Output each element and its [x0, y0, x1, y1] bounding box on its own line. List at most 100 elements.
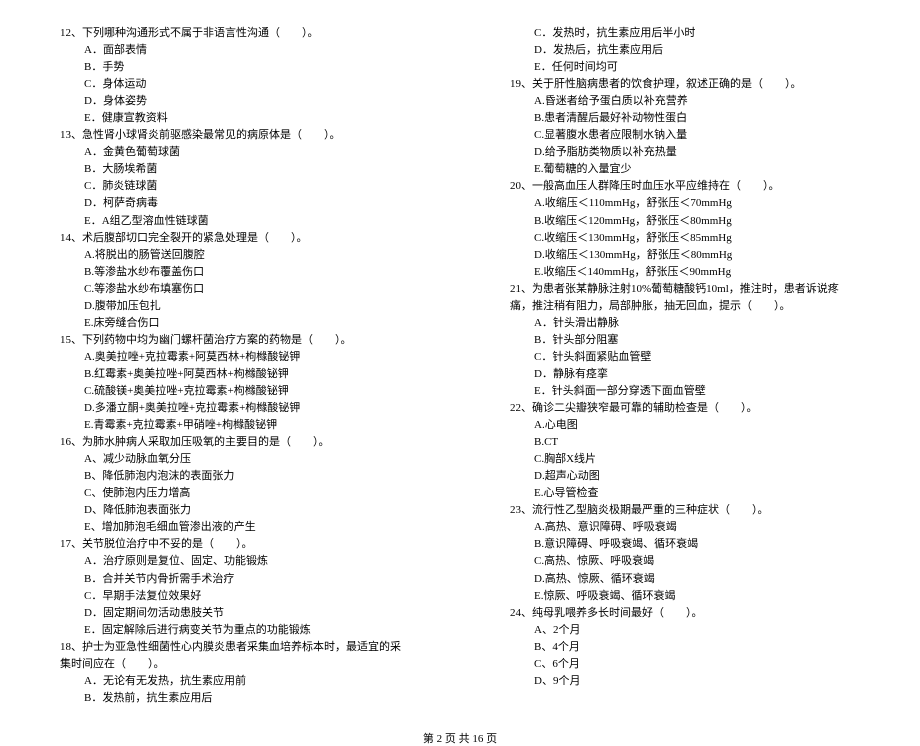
option: C.胸部X线片 — [534, 451, 860, 468]
option: B．合并关节内骨折需手术治疗 — [84, 571, 410, 588]
option: D．身体姿势 — [84, 93, 410, 110]
question-title: 24、纯母乳喂养多长时间最好（ ）。 — [510, 605, 860, 622]
option: D．发热后，抗生素应用后 — [534, 42, 860, 59]
option: D.给予脂肪类物质以补充热量 — [534, 144, 860, 161]
option: E.惊厥、呼吸衰竭、循环衰竭 — [534, 588, 860, 605]
option: B.CT — [534, 434, 860, 451]
question-14: 14、术后腹部切口完全裂开的紧急处理是（ ）。 A.将脱出的肠管送回腹腔 B.等… — [60, 230, 410, 332]
options-list: A．针头滑出静脉 B．针头部分阻塞 C．针头斜面紧贴血管壁 D．静脉有痉挛 E．… — [510, 315, 860, 400]
option: A.昏迷者给予蛋白质以补充营养 — [534, 93, 860, 110]
option: E．任何时间均可 — [534, 59, 860, 76]
option: D.收缩压＜130mmHg，舒张压＜80mmHg — [534, 247, 860, 264]
question-title: 19、关于肝性脑病患者的饮食护理，叙述正确的是（ ）。 — [510, 76, 860, 93]
option: E．固定解除后进行病变关节为重点的功能锻炼 — [84, 622, 410, 639]
question-23: 23、流行性乙型脑炎极期最严重的三种症状（ ）。 A.高热、意识障碍、呼吸衰竭 … — [510, 502, 860, 604]
question-17: 17、关节脱位治疗中不妥的是（ ）。 A．治疗原则是复位、固定、功能锻炼 B．合… — [60, 536, 410, 638]
option: A．针头滑出静脉 — [534, 315, 860, 332]
left-column: 12、下列哪种沟通形式不属于非语言性沟通（ ）。 A．面部表情 B．手势 C．身… — [60, 25, 410, 707]
option: E.收缩压＜140mmHg，舒张压＜90mmHg — [534, 264, 860, 281]
options-list: A.高热、意识障碍、呼吸衰竭 B.意识障碍、呼吸衰竭、循环衰竭 C.高热、惊厥、… — [510, 519, 860, 604]
option: B.等渗盐水纱布覆盖伤口 — [84, 264, 410, 281]
option: A．面部表情 — [84, 42, 410, 59]
question-title: 14、术后腹部切口完全裂开的紧急处理是（ ）。 — [60, 230, 410, 247]
options-list: A．面部表情 B．手势 C．身体运动 D．身体姿势 E．健康宣教资料 — [60, 42, 410, 127]
question-title: 23、流行性乙型脑炎极期最严重的三种症状（ ）。 — [510, 502, 860, 519]
question-12: 12、下列哪种沟通形式不属于非语言性沟通（ ）。 A．面部表情 B．手势 C．身… — [60, 25, 410, 127]
option: B．针头部分阻塞 — [534, 332, 860, 349]
option: B.收缩压＜120mmHg，舒张压＜80mmHg — [534, 213, 860, 230]
question-title: 12、下列哪种沟通形式不属于非语言性沟通（ ）。 — [60, 25, 410, 42]
options-list: A.收缩压＜110mmHg，舒张压＜70mmHg B.收缩压＜120mmHg，舒… — [510, 195, 860, 280]
option: B、4个月 — [534, 639, 860, 656]
options-list: A.昏迷者给予蛋白质以补充营养 B.患者清醒后最好补动物性蛋白 C.显著腹水患者… — [510, 93, 860, 178]
option: A.心电图 — [534, 417, 860, 434]
option: E．针头斜面一部分穿透下面血管壁 — [534, 383, 860, 400]
option: A、减少动脉血氧分压 — [84, 451, 410, 468]
question-title: 22、确诊二尖瓣狭窄最可靠的辅助检查是（ ）。 — [510, 400, 860, 417]
option: E.青霉素+克拉霉素+甲硝唑+枸橼酸铋钾 — [84, 417, 410, 434]
options-list: A、2个月 B、4个月 C、6个月 D、9个月 — [510, 622, 860, 690]
options-list: C．发热时，抗生素应用后半小时 D．发热后，抗生素应用后 E．任何时间均可 — [510, 25, 860, 76]
option: D．柯萨奇病毒 — [84, 195, 410, 212]
question-title: 16、为肺水肿病人采取加压吸氧的主要目的是（ ）。 — [60, 434, 410, 451]
options-list: A．治疗原则是复位、固定、功能锻炼 B．合并关节内骨折需手术治疗 C．早期手法复… — [60, 553, 410, 638]
option: E、增加肺泡毛细血管渗出液的产生 — [84, 519, 410, 536]
question-18-cont: C．发热时，抗生素应用后半小时 D．发热后，抗生素应用后 E．任何时间均可 — [510, 25, 860, 76]
question-22: 22、确诊二尖瓣狭窄最可靠的辅助检查是（ ）。 A.心电图 B.CT C.胸部X… — [510, 400, 860, 502]
options-list: A.心电图 B.CT C.胸部X线片 D.超声心动图 E.心导管检查 — [510, 417, 860, 502]
option: B．发热前，抗生素应用后 — [84, 690, 410, 707]
option: A.收缩压＜110mmHg，舒张压＜70mmHg — [534, 195, 860, 212]
option: E.葡萄糖的入量宜少 — [534, 161, 860, 178]
option: D.高热、惊厥、循环衰竭 — [534, 571, 860, 588]
options-list: A.奥美拉唑+克拉霉素+阿莫西林+枸橼酸铋钾 B.红霉素+奥美拉唑+阿莫西林+枸… — [60, 349, 410, 434]
question-title: 21、为患者张某静脉注射10%葡萄糖酸钙10ml，推注时，患者诉说疼痛，推注稍有… — [510, 281, 860, 315]
question-title: 18、护士为亚急性细菌性心内膜炎患者采集血培养标本时，最适宜的采集时间应在（ ）… — [60, 639, 410, 673]
question-24: 24、纯母乳喂养多长时间最好（ ）。 A、2个月 B、4个月 C、6个月 D、9… — [510, 605, 860, 690]
option: A．治疗原则是复位、固定、功能锻炼 — [84, 553, 410, 570]
option: B.患者清醒后最好补动物性蛋白 — [534, 110, 860, 127]
option: C.等渗盐水纱布填塞伤口 — [84, 281, 410, 298]
option: C、6个月 — [534, 656, 860, 673]
question-16: 16、为肺水肿病人采取加压吸氧的主要目的是（ ）。 A、减少动脉血氧分压 B、降… — [60, 434, 410, 536]
option: B.红霉素+奥美拉唑+阿莫西林+枸橼酸铋钾 — [84, 366, 410, 383]
option: B.意识障碍、呼吸衰竭、循环衰竭 — [534, 536, 860, 553]
option: C、使肺泡内压力增高 — [84, 485, 410, 502]
option: C．针头斜面紧贴血管壁 — [534, 349, 860, 366]
question-title: 20、一般高血压人群降压时血压水平应维持在（ ）。 — [510, 178, 860, 195]
option: E.床旁缝合伤口 — [84, 315, 410, 332]
options-list: A．金黄色葡萄球菌 B．大肠埃希菌 C．肺炎链球菌 D．柯萨奇病毒 E．A组乙型… — [60, 144, 410, 229]
question-15: 15、下列药物中均为幽门螺杆菌治疗方案的药物是（ ）。 A.奥美拉唑+克拉霉素+… — [60, 332, 410, 434]
option: C.显著腹水患者应限制水钠入量 — [534, 127, 860, 144]
question-title: 15、下列药物中均为幽门螺杆菌治疗方案的药物是（ ）。 — [60, 332, 410, 349]
option: E．A组乙型溶血性链球菌 — [84, 213, 410, 230]
option: C．身体运动 — [84, 76, 410, 93]
option: E．健康宣教资料 — [84, 110, 410, 127]
option: D、降低肺泡表面张力 — [84, 502, 410, 519]
exam-page: 12、下列哪种沟通形式不属于非语言性沟通（ ）。 A．面部表情 B．手势 C．身… — [0, 0, 920, 722]
option: C．肺炎链球菌 — [84, 178, 410, 195]
option: C．早期手法复位效果好 — [84, 588, 410, 605]
page-footer: 第 2 页 共 16 页 — [0, 730, 920, 746]
options-list: A、减少动脉血氧分压 B、降低肺泡内泡沫的表面张力 C、使肺泡内压力增高 D、降… — [60, 451, 410, 536]
option: A.奥美拉唑+克拉霉素+阿莫西林+枸橼酸铋钾 — [84, 349, 410, 366]
option: A.高热、意识障碍、呼吸衰竭 — [534, 519, 860, 536]
option: D．固定期间勿活动患肢关节 — [84, 605, 410, 622]
options-list: A.将脱出的肠管送回腹腔 B.等渗盐水纱布覆盖伤口 C.等渗盐水纱布填塞伤口 D… — [60, 247, 410, 332]
option: E.心导管检查 — [534, 485, 860, 502]
option: A．无论有无发热，抗生素应用前 — [84, 673, 410, 690]
question-18: 18、护士为亚急性细菌性心内膜炎患者采集血培养标本时，最适宜的采集时间应在（ ）… — [60, 639, 410, 707]
question-title: 17、关节脱位治疗中不妥的是（ ）。 — [60, 536, 410, 553]
option: C．发热时，抗生素应用后半小时 — [534, 25, 860, 42]
option: B．手势 — [84, 59, 410, 76]
option: C.收缩压＜130mmHg，舒张压＜85mmHg — [534, 230, 860, 247]
question-21: 21、为患者张某静脉注射10%葡萄糖酸钙10ml，推注时，患者诉说疼痛，推注稍有… — [510, 281, 860, 400]
option: A．金黄色葡萄球菌 — [84, 144, 410, 161]
option: D.多潘立酮+奥美拉唑+克拉霉素+枸橼酸铋钾 — [84, 400, 410, 417]
option: D.腹带加压包扎 — [84, 298, 410, 315]
option: C.高热、惊厥、呼吸衰竭 — [534, 553, 860, 570]
question-20: 20、一般高血压人群降压时血压水平应维持在（ ）。 A.收缩压＜110mmHg，… — [510, 178, 860, 280]
question-19: 19、关于肝性脑病患者的饮食护理，叙述正确的是（ ）。 A.昏迷者给予蛋白质以补… — [510, 76, 860, 178]
options-list: A．无论有无发热，抗生素应用前 B．发热前，抗生素应用后 — [60, 673, 410, 707]
option: B．大肠埃希菌 — [84, 161, 410, 178]
option: A.将脱出的肠管送回腹腔 — [84, 247, 410, 264]
